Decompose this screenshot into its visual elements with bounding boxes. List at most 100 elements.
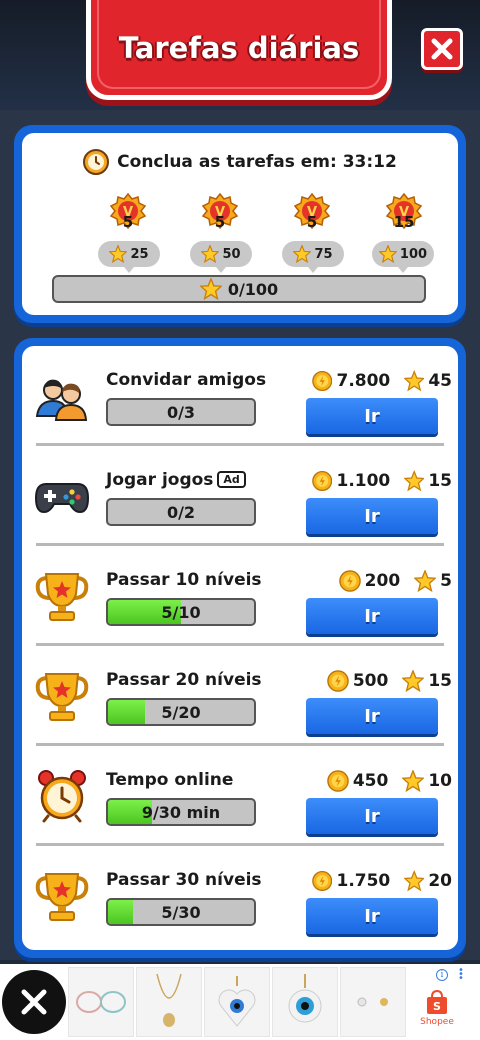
ad-product-bracelet[interactable]	[68, 967, 134, 1037]
ad-product-necklace[interactable]	[136, 967, 202, 1037]
task-row: Passar 30 níveis 5/30 1.750 20 Ir	[22, 846, 458, 946]
task-progress-text: 5/10	[161, 602, 201, 622]
star-reward-value: 10	[428, 771, 452, 791]
star-icon	[414, 570, 437, 592]
milestone-3: V 5	[284, 192, 340, 233]
earrings-icon	[357, 997, 388, 1007]
go-button-label: Ir	[364, 705, 380, 727]
ad-product-eye-heart[interactable]	[204, 967, 270, 1037]
star-icon	[109, 245, 128, 263]
bracelet-icon	[76, 991, 126, 1013]
go-button-label: Ir	[364, 805, 380, 827]
task-rewards: 1.750 20	[312, 870, 452, 892]
star-reward-value: 15	[428, 471, 452, 491]
task-progress-bar: 5/10	[106, 598, 256, 626]
task-progress-text: 5/20	[161, 702, 201, 722]
go-button-label: Ir	[364, 405, 380, 427]
total-stars-progress-bar: 0/100	[52, 275, 426, 303]
task-progress-bar: 9/30 min	[106, 798, 256, 826]
star-icon	[402, 670, 425, 692]
ad-badge: Ad	[217, 471, 246, 488]
ad-brand-area[interactable]: i • • • S Shopee	[408, 966, 466, 1037]
coin-icon	[312, 470, 333, 492]
coin-icon	[312, 870, 333, 892]
star-icon	[201, 245, 220, 263]
task-icon-wrap	[34, 368, 90, 424]
ad-product-earrings[interactable]	[340, 967, 406, 1037]
go-button[interactable]: Ir	[306, 398, 438, 434]
task-icon-wrap	[34, 868, 90, 924]
ad-brand-label: Shopee	[420, 1017, 454, 1027]
coin-reward-value: 1.750	[336, 871, 391, 891]
go-button[interactable]: Ir	[306, 798, 438, 834]
milestone-4: V 15	[376, 192, 432, 233]
go-button[interactable]: Ir	[306, 598, 438, 634]
milestone-stars-value: 25	[130, 246, 149, 262]
milestone-stars-pill: 25	[98, 241, 160, 273]
task-icon-wrap	[34, 568, 90, 624]
ad-info-icon[interactable]: i	[436, 969, 448, 981]
page-title: Tarefas diárias	[118, 30, 360, 65]
go-button[interactable]: Ir	[306, 698, 438, 734]
trophy-icon	[35, 873, 89, 921]
star-reward-value: 20	[428, 871, 452, 891]
star-icon	[403, 470, 425, 492]
ad-banner[interactable]: i • • • S Shopee	[0, 964, 480, 1040]
coin-reward-value: 450	[352, 771, 389, 791]
task-icon-wrap	[34, 768, 90, 824]
milestone-2: V 5	[192, 192, 248, 233]
coin-reward-value: 7.800	[336, 371, 391, 391]
task-list-card: Convidar amigos 0/3 7.800 45 Ir Jogar jo…	[14, 338, 466, 958]
task-row: Passar 20 níveis 5/20 500 15 Ir	[22, 646, 458, 746]
timer-text: Conclua as tarefas em: 33:12	[117, 152, 397, 172]
evil-eye-round-icon	[288, 974, 322, 1023]
close-icon	[431, 38, 453, 60]
coin-icon	[312, 370, 333, 392]
coin-reward-value: 200	[364, 571, 401, 591]
star-reward-value: 5	[440, 571, 452, 591]
shopee-bag-icon: S	[427, 989, 447, 1014]
task-progress-bar: 5/30	[106, 898, 256, 926]
task-title-text: Convidar amigos	[106, 370, 267, 390]
milestone-stars-value: 75	[314, 246, 333, 262]
task-progress-text: 9/30 min	[141, 802, 221, 822]
total-stars-progress-text: 0/100	[227, 279, 279, 299]
go-button-label: Ir	[364, 905, 380, 927]
milestone-medal-value: 5	[122, 213, 134, 231]
star-icon	[199, 278, 222, 300]
star-reward-value: 15	[428, 671, 452, 691]
task-progress-text: 0/2	[166, 502, 196, 522]
task-rewards: 200 5	[312, 570, 452, 592]
task-title: Tempo online	[106, 770, 233, 790]
coin-reward-value: 500	[352, 671, 389, 691]
task-title: Passar 30 níveis	[106, 870, 262, 890]
task-row: Convidar amigos 0/3 7.800 45 Ir	[22, 346, 458, 446]
go-button[interactable]: Ir	[306, 498, 438, 534]
coin-icon	[327, 670, 349, 692]
necklace-icon	[156, 973, 182, 1027]
go-button-label: Ir	[364, 605, 380, 627]
ad-more-icon[interactable]: • • •	[458, 966, 464, 984]
task-title-text: Tempo online	[106, 770, 234, 790]
star-icon	[293, 245, 312, 263]
milestone-stars-value: 100	[399, 246, 428, 262]
ad-product-eye-round[interactable]	[272, 967, 338, 1037]
ad-close-button[interactable]	[2, 970, 66, 1034]
task-rewards: 7.800 45	[312, 370, 452, 392]
close-button[interactable]	[421, 28, 463, 70]
task-icon-wrap	[34, 468, 90, 524]
trophy-icon	[35, 673, 89, 721]
task-progress-bar: 5/20	[106, 698, 256, 726]
coin-icon	[338, 570, 361, 592]
go-button[interactable]: Ir	[306, 898, 438, 934]
milestone-stars-value: 50	[222, 246, 241, 262]
milestone-1: V 5	[100, 192, 156, 233]
star-icon	[403, 870, 425, 892]
milestone-stars-pill: 75	[282, 241, 344, 273]
milestone-stars-pill: 50	[190, 241, 252, 273]
task-icon-wrap	[34, 668, 90, 724]
task-title: Passar 10 níveis	[106, 570, 262, 590]
evil-eye-heart-icon	[218, 976, 256, 1027]
coin-icon	[327, 770, 349, 792]
close-icon	[21, 989, 47, 1015]
